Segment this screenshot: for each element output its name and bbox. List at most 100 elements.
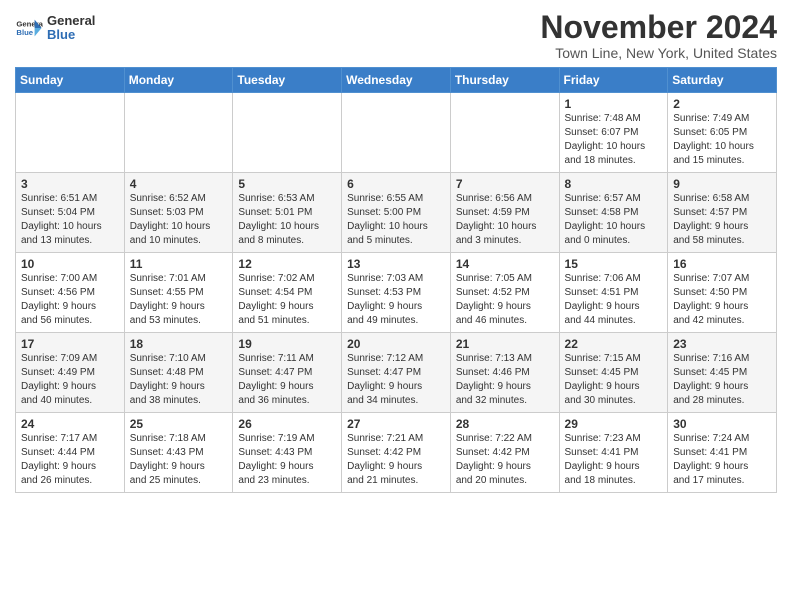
title-block: November 2024 Town Line, New York, Unite…: [540, 10, 777, 61]
calendar-cell: 20Sunrise: 7:12 AMSunset: 4:47 PMDayligh…: [342, 333, 451, 413]
calendar-cell: 8Sunrise: 6:57 AMSunset: 4:58 PMDaylight…: [559, 173, 668, 253]
calendar-row: 1Sunrise: 7:48 AMSunset: 6:07 PMDaylight…: [16, 93, 777, 173]
day-number: 20: [347, 337, 445, 351]
day-number: 29: [565, 417, 663, 431]
day-number: 9: [673, 177, 771, 191]
day-number: 17: [21, 337, 119, 351]
day-info: Sunrise: 7:48 AMSunset: 6:07 PMDaylight:…: [565, 112, 663, 168]
day-number: 19: [238, 337, 336, 351]
weekday-header: Wednesday: [342, 68, 451, 93]
day-info: Sunrise: 7:17 AMSunset: 4:44 PMDaylight:…: [21, 432, 119, 488]
day-info: Sunrise: 6:56 AMSunset: 4:59 PMDaylight:…: [456, 192, 554, 248]
day-number: 2: [673, 97, 771, 111]
day-info: Sunrise: 7:23 AMSunset: 4:41 PMDaylight:…: [565, 432, 663, 488]
day-number: 13: [347, 257, 445, 271]
calendar-cell: 4Sunrise: 6:52 AMSunset: 5:03 PMDaylight…: [124, 173, 233, 253]
calendar-table: SundayMondayTuesdayWednesdayThursdayFrid…: [15, 67, 777, 493]
day-info: Sunrise: 7:01 AMSunset: 4:55 PMDaylight:…: [130, 272, 228, 328]
calendar-cell: 16Sunrise: 7:07 AMSunset: 4:50 PMDayligh…: [668, 253, 777, 333]
day-info: Sunrise: 7:21 AMSunset: 4:42 PMDaylight:…: [347, 432, 445, 488]
day-info: Sunrise: 7:16 AMSunset: 4:45 PMDaylight:…: [673, 352, 771, 408]
calendar-cell: 18Sunrise: 7:10 AMSunset: 4:48 PMDayligh…: [124, 333, 233, 413]
calendar-row: 3Sunrise: 6:51 AMSunset: 5:04 PMDaylight…: [16, 173, 777, 253]
page-title: November 2024: [540, 10, 777, 45]
day-number: 26: [238, 417, 336, 431]
day-number: 1: [565, 97, 663, 111]
calendar-cell: 30Sunrise: 7:24 AMSunset: 4:41 PMDayligh…: [668, 413, 777, 493]
calendar-cell: 17Sunrise: 7:09 AMSunset: 4:49 PMDayligh…: [16, 333, 125, 413]
calendar-row: 17Sunrise: 7:09 AMSunset: 4:49 PMDayligh…: [16, 333, 777, 413]
day-number: 5: [238, 177, 336, 191]
day-number: 10: [21, 257, 119, 271]
day-info: Sunrise: 6:57 AMSunset: 4:58 PMDaylight:…: [565, 192, 663, 248]
day-info: Sunrise: 7:05 AMSunset: 4:52 PMDaylight:…: [456, 272, 554, 328]
day-info: Sunrise: 7:49 AMSunset: 6:05 PMDaylight:…: [673, 112, 771, 168]
logo-icon: General Blue: [15, 14, 43, 42]
day-info: Sunrise: 7:22 AMSunset: 4:42 PMDaylight:…: [456, 432, 554, 488]
day-number: 15: [565, 257, 663, 271]
calendar-cell: 21Sunrise: 7:13 AMSunset: 4:46 PMDayligh…: [450, 333, 559, 413]
day-info: Sunrise: 7:07 AMSunset: 4:50 PMDaylight:…: [673, 272, 771, 328]
calendar-cell: [124, 93, 233, 173]
calendar-cell: 24Sunrise: 7:17 AMSunset: 4:44 PMDayligh…: [16, 413, 125, 493]
day-info: Sunrise: 6:55 AMSunset: 5:00 PMDaylight:…: [347, 192, 445, 248]
calendar-cell: 9Sunrise: 6:58 AMSunset: 4:57 PMDaylight…: [668, 173, 777, 253]
header: General Blue General Blue November 2024 …: [15, 10, 777, 61]
calendar-cell: 13Sunrise: 7:03 AMSunset: 4:53 PMDayligh…: [342, 253, 451, 333]
weekday-header: Monday: [124, 68, 233, 93]
calendar-cell: 7Sunrise: 6:56 AMSunset: 4:59 PMDaylight…: [450, 173, 559, 253]
page-subtitle: Town Line, New York, United States: [540, 45, 777, 61]
calendar-cell: [233, 93, 342, 173]
calendar-cell: 25Sunrise: 7:18 AMSunset: 4:43 PMDayligh…: [124, 413, 233, 493]
weekday-header: Friday: [559, 68, 668, 93]
weekday-header: Saturday: [668, 68, 777, 93]
calendar-cell: [342, 93, 451, 173]
day-info: Sunrise: 7:12 AMSunset: 4:47 PMDaylight:…: [347, 352, 445, 408]
day-number: 12: [238, 257, 336, 271]
calendar-cell: 3Sunrise: 6:51 AMSunset: 5:04 PMDaylight…: [16, 173, 125, 253]
calendar-cell: 10Sunrise: 7:00 AMSunset: 4:56 PMDayligh…: [16, 253, 125, 333]
calendar-cell: 19Sunrise: 7:11 AMSunset: 4:47 PMDayligh…: [233, 333, 342, 413]
day-number: 11: [130, 257, 228, 271]
day-info: Sunrise: 7:00 AMSunset: 4:56 PMDaylight:…: [21, 272, 119, 328]
calendar-cell: 29Sunrise: 7:23 AMSunset: 4:41 PMDayligh…: [559, 413, 668, 493]
day-info: Sunrise: 7:11 AMSunset: 4:47 PMDaylight:…: [238, 352, 336, 408]
logo-blue: Blue: [47, 28, 95, 42]
logo: General Blue General Blue: [15, 14, 95, 43]
day-number: 6: [347, 177, 445, 191]
day-number: 28: [456, 417, 554, 431]
day-info: Sunrise: 7:15 AMSunset: 4:45 PMDaylight:…: [565, 352, 663, 408]
day-info: Sunrise: 7:03 AMSunset: 4:53 PMDaylight:…: [347, 272, 445, 328]
day-number: 7: [456, 177, 554, 191]
weekday-header: Sunday: [16, 68, 125, 93]
logo-text: General Blue: [47, 14, 95, 43]
calendar-cell: 23Sunrise: 7:16 AMSunset: 4:45 PMDayligh…: [668, 333, 777, 413]
weekday-header: Thursday: [450, 68, 559, 93]
calendar-cell: 14Sunrise: 7:05 AMSunset: 4:52 PMDayligh…: [450, 253, 559, 333]
calendar-row: 24Sunrise: 7:17 AMSunset: 4:44 PMDayligh…: [16, 413, 777, 493]
calendar-row: 10Sunrise: 7:00 AMSunset: 4:56 PMDayligh…: [16, 253, 777, 333]
day-info: Sunrise: 7:24 AMSunset: 4:41 PMDaylight:…: [673, 432, 771, 488]
calendar-header-row: SundayMondayTuesdayWednesdayThursdayFrid…: [16, 68, 777, 93]
calendar-cell: [16, 93, 125, 173]
day-number: 22: [565, 337, 663, 351]
day-number: 14: [456, 257, 554, 271]
day-number: 21: [456, 337, 554, 351]
day-number: 3: [21, 177, 119, 191]
day-info: Sunrise: 6:51 AMSunset: 5:04 PMDaylight:…: [21, 192, 119, 248]
svg-text:Blue: Blue: [16, 28, 33, 37]
day-number: 24: [21, 417, 119, 431]
calendar-cell: 11Sunrise: 7:01 AMSunset: 4:55 PMDayligh…: [124, 253, 233, 333]
day-info: Sunrise: 7:19 AMSunset: 4:43 PMDaylight:…: [238, 432, 336, 488]
calendar-cell: 6Sunrise: 6:55 AMSunset: 5:00 PMDaylight…: [342, 173, 451, 253]
calendar-cell: 1Sunrise: 7:48 AMSunset: 6:07 PMDaylight…: [559, 93, 668, 173]
day-number: 23: [673, 337, 771, 351]
day-number: 25: [130, 417, 228, 431]
day-number: 30: [673, 417, 771, 431]
calendar-cell: [450, 93, 559, 173]
calendar-cell: 26Sunrise: 7:19 AMSunset: 4:43 PMDayligh…: [233, 413, 342, 493]
calendar-cell: 15Sunrise: 7:06 AMSunset: 4:51 PMDayligh…: [559, 253, 668, 333]
day-info: Sunrise: 7:06 AMSunset: 4:51 PMDaylight:…: [565, 272, 663, 328]
calendar-cell: 12Sunrise: 7:02 AMSunset: 4:54 PMDayligh…: [233, 253, 342, 333]
day-info: Sunrise: 6:53 AMSunset: 5:01 PMDaylight:…: [238, 192, 336, 248]
